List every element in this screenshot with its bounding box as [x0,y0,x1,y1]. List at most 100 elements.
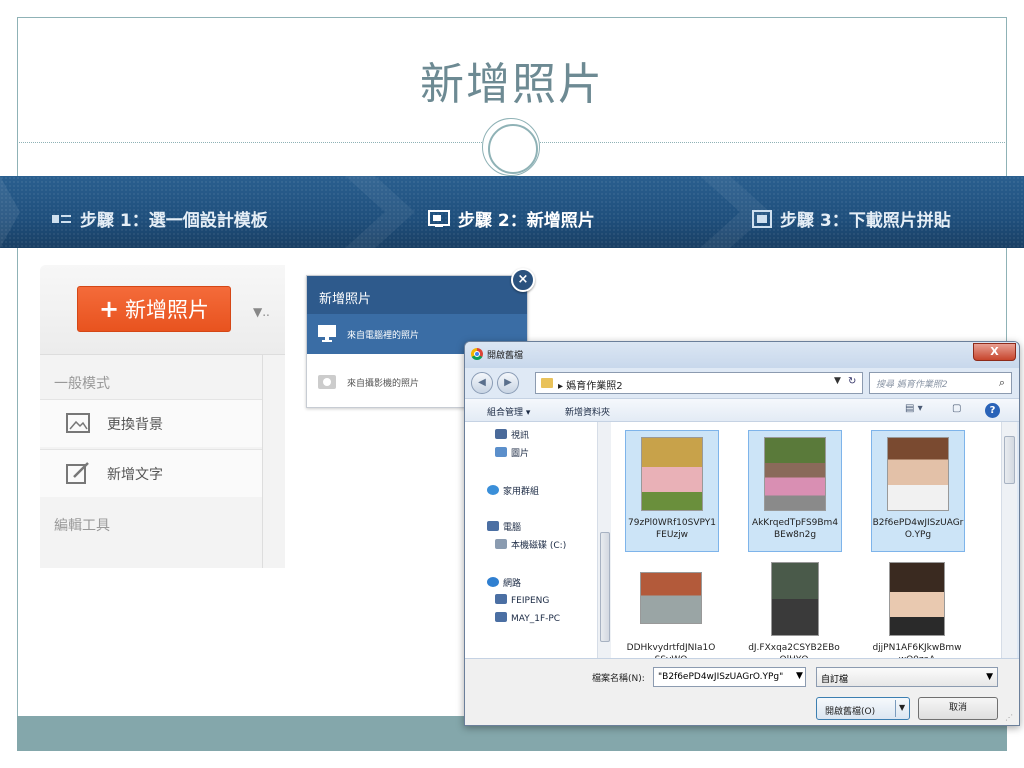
nav-pictures[interactable]: 圖片 [495,446,529,459]
step-1-label: 步驟 1：選一個設計模板 [80,211,268,231]
file-item[interactable]: AkKrqedTpFS9Bm4BEw8n2g [748,430,842,552]
homegroup-icon [487,485,499,495]
open-dropdown-icon[interactable]: ▼ [899,703,905,712]
menu-item-from-computer-label: 來自電腦裡的照片 [347,331,420,341]
search-icon: ⌕ [998,376,1005,389]
dialog-title: 開啟舊檔 [487,351,524,361]
refresh-icon[interactable]: ↻ [848,376,856,387]
file-name: djjPN1AF6KJkwBmwwQ0zaA [872,643,962,658]
editor-divider [262,355,263,568]
nav-pc-feipeng[interactable]: FEIPENG [495,594,549,606]
title-circle-ornament [482,118,540,176]
cancel-button[interactable]: 取消 [918,697,998,720]
file-item[interactable]: djjPN1AF6KJkwBmwwQ0zaA [871,556,965,658]
file-item[interactable]: DDHkvydrtfdJNIa1OSSvWQ [625,556,719,658]
photo-thumbnail [771,562,819,636]
picture-library-icon [495,447,507,457]
section-general: 一般模式 [54,376,110,392]
dropdown-caret-icon[interactable]: ▼.. [253,305,270,319]
nav-local-disk[interactable]: 本機磁碟 (C:) [495,538,566,551]
file-name: AkKrqedTpFS9Bm4BEw8n2g [751,518,839,540]
nav-videos[interactable]: 視訊 [495,428,529,441]
dialog-titlebar: 開啟舊檔 X [465,342,1019,368]
editor-toolbar: + 新增照片 ▼.. [40,265,285,355]
photo-thumbnail [764,437,826,511]
plus-icon: + [98,295,120,323]
disk-icon [495,539,507,549]
tool-change-background[interactable]: 更換背景 [40,399,262,447]
image-icon [66,413,90,433]
steps-banner: 步驟 1：選一個設計模板 步驟 2：新增照片 步驟 3：下載照片拼貼 [0,176,1024,248]
filetype-select[interactable]: 自訂檔 ▼ [816,667,998,687]
address-dropdown-icon[interactable]: ▼ [834,376,841,386]
tool-add-text[interactable]: 新增文字 [40,449,262,497]
view-options-icon[interactable]: ▤ ▾ [905,403,923,414]
monitor-icon [318,325,336,342]
nav-homegroup[interactable]: 家用群組 [487,484,539,497]
help-icon[interactable]: ? [985,403,1000,418]
organize-menu[interactable]: 組合管理 ▾ [487,405,530,418]
close-menu-icon[interactable]: × [511,268,535,292]
menu-item-from-camera-label: 來自攝影機的照片 [347,379,420,389]
film-download-icon [752,209,772,233]
nav-pc-may[interactable]: MAY_1F-PC [495,612,560,624]
dialog-navbar: ◀ ▶ ▸ 嬀育作業照2 ▼ ↻ 搜尋 嬀育作業照2 ⌕ [465,368,1019,398]
edit-pencil-icon [66,462,89,484]
photo-thumbnail [641,437,703,511]
video-library-icon [495,429,507,439]
file-item[interactable]: B2f6ePD4wJISzUAGrO.YPg [871,430,965,552]
file-item[interactable]: dJ.FXxqa2CSYB2EBoQlHYQ [748,556,842,658]
open-button-label: 開啟舊檔(O) [825,707,876,717]
add-photo-button[interactable]: + 新增照片 [77,286,231,332]
chrome-icon [471,348,483,360]
filename-dropdown-icon[interactable]: ▼ [796,671,803,681]
file-list-scrollbar[interactable] [1001,422,1017,658]
resize-grip-icon[interactable]: ⋰ [1005,713,1013,722]
monitor-photo-icon [428,209,450,233]
nav-computer[interactable]: 電腦 [487,520,521,533]
file-item[interactable]: 79zPl0WRf10SVPY1FEUzjw [625,430,719,552]
address-bar[interactable]: ▸ 嬀育作業照2 ▼ ↻ [535,372,863,394]
navigation-pane: 視訊 圖片 家用群組 電腦 本機磁碟 (C:) 網路 FEIPENG MAY_1… [465,422,597,658]
step-2[interactable]: 步驟 2：新增照片 [428,206,595,233]
file-name: 79zPl0WRf10SVPY1FEUzjw [628,518,716,540]
step-3[interactable]: 步驟 3：下載照片拼貼 [752,206,951,233]
address-path: ▸ 嬀育作業照2 [558,381,623,392]
section-edit-tools: 編輯工具 [54,518,110,534]
filename-input[interactable]: "B2f6ePD4wJISzUAGrO.YPg" [653,667,806,687]
add-photo-menu-header: 新增照片 [307,276,527,314]
editor-panel: + 新增照片 ▼.. 一般模式 更換背景 新增文字 編輯工具 [40,265,285,568]
file-name: dJ.FXxqa2CSYB2EBoQlHYQ [748,643,840,658]
folder-icon [541,378,553,388]
step-1[interactable]: 步驟 1：選一個設計模板 [52,206,268,231]
file-list: 79zPl0WRf10SVPY1FEUzjw AkKrqedTpFS9Bm4BE… [611,422,1001,658]
forward-arrow-icon[interactable]: ▶ [497,372,519,394]
pc-icon [495,594,507,604]
new-folder-button[interactable]: 新增資料夾 [565,405,610,418]
add-photo-label: 新增照片 [125,298,210,322]
pc-icon [495,612,507,622]
photo-thumbnail [887,437,949,511]
step-2-label: 步驟 2：新增照片 [458,211,595,231]
preview-pane-icon[interactable]: ▢ [952,403,961,414]
file-name: B2f6ePD4wJISzUAGrO.YPg [872,518,964,540]
tool-add-text-label: 新增文字 [107,467,163,483]
filename-label: 檔案名稱(N): [592,674,645,684]
photo-thumbnail [889,562,945,636]
dialog-toolbar: 組合管理 ▾ 新增資料夾 ▤ ▾ ▢ ? [465,398,1019,422]
grid-list-icon [52,211,72,231]
step-3-label: 步驟 3：下載照片拼貼 [780,211,951,231]
nav-scrollbar[interactable] [597,422,611,658]
back-arrow-icon[interactable]: ◀ [471,372,493,394]
search-input[interactable]: 搜尋 嬀育作業照2 ⌕ [869,372,1012,394]
camera-icon [318,375,336,389]
dialog-close-button[interactable]: X [973,343,1016,361]
nav-network[interactable]: 網路 [487,576,521,589]
photo-thumbnail [640,572,702,624]
open-button[interactable]: 開啟舊檔(O) ▼ [816,697,910,720]
chevron-down-icon: ▼ [986,672,993,682]
file-name: DDHkvydrtfdJNIa1OSSvWQ [626,643,716,658]
computer-icon [487,521,499,531]
open-file-dialog: 開啟舊檔 X ◀ ▶ ▸ 嬀育作業照2 ▼ ↻ 搜尋 嬀育作業照2 ⌕ 組合管理… [464,341,1020,726]
slide-title: 新增照片 [420,59,604,110]
